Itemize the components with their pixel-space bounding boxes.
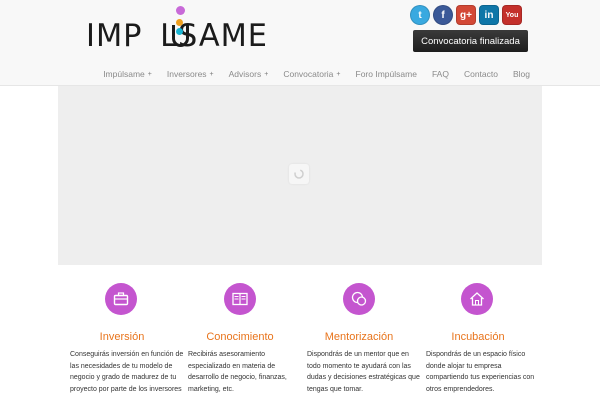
loading-spinner-icon — [289, 164, 309, 184]
submenu-plus-icon: + — [336, 70, 341, 78]
feature-description: Dispondrás de un mentor que en todo mome… — [307, 351, 420, 393]
nav-item-label: Inversores — [166, 69, 207, 79]
nav-item-faq[interactable]: FAQ — [432, 69, 449, 79]
feature-title: Conocimiento — [206, 331, 274, 343]
nav-item-foro[interactable]: Foro Impúlsame — [356, 69, 417, 79]
nav-item-label: Blog — [512, 69, 530, 79]
nav-item-inversores[interactable]: Inversores + — [167, 69, 214, 79]
chat-bubbles-icon — [343, 283, 375, 315]
logo-u-stem — [172, 25, 189, 47]
feature-description: Recibirás asesoramiento especializado en… — [188, 351, 287, 393]
nav-item-label: FAQ — [431, 69, 449, 79]
nav-item-impulsame[interactable]: Impúlsame + — [103, 69, 152, 79]
linkedin-icon[interactable]: in — [479, 5, 499, 25]
feature-description: Conseguirás inversión en función de las … — [70, 351, 184, 393]
house-icon — [461, 283, 493, 315]
site-logo[interactable]: IMP LSAME — [86, 6, 356, 54]
submenu-plus-icon: + — [147, 70, 152, 78]
submenu-plus-icon: + — [264, 70, 269, 78]
feature-title: Inversión — [99, 331, 145, 343]
google-plus-icon[interactable]: g+ — [456, 5, 476, 25]
nav-item-convocatoria[interactable]: Convocatoria + — [283, 69, 340, 79]
book-icon — [224, 283, 256, 315]
convocatoria-finalizada-button[interactable]: Convocatoria finalizada — [413, 30, 528, 52]
youtube-icon[interactable]: You — [502, 5, 522, 25]
nav-item-label: Contacto — [463, 69, 498, 79]
nav-item-blog[interactable]: Blog — [513, 69, 530, 79]
facebook-icon[interactable]: f — [433, 5, 453, 25]
submenu-plus-icon: + — [209, 70, 214, 78]
feature-description: Dispondrás de un espacio físico donde al… — [426, 351, 535, 393]
nav-item-label: Convocatoria — [283, 69, 334, 79]
social-links: t f g+ in You — [410, 5, 522, 25]
nav-item-contacto[interactable]: Contacto — [464, 69, 498, 79]
feature-title: Incubación — [451, 331, 505, 343]
site-header: IMP LSAME t f g+ in You Convocatoria fina… — [0, 0, 600, 86]
nav-item-advisors[interactable]: Advisors + — [229, 69, 269, 79]
main-nav: Impúlsame + Inversores + Advisors + Convoca… — [88, 69, 530, 79]
nav-item-label: Impúlsame — [103, 69, 145, 79]
nav-item-label: Advisors — [228, 69, 262, 79]
twitter-icon[interactable]: t — [410, 5, 430, 25]
nav-item-label: Foro Impúlsame — [355, 69, 417, 79]
briefcase-icon — [105, 283, 137, 315]
feature-title: Mentorización — [324, 331, 394, 343]
